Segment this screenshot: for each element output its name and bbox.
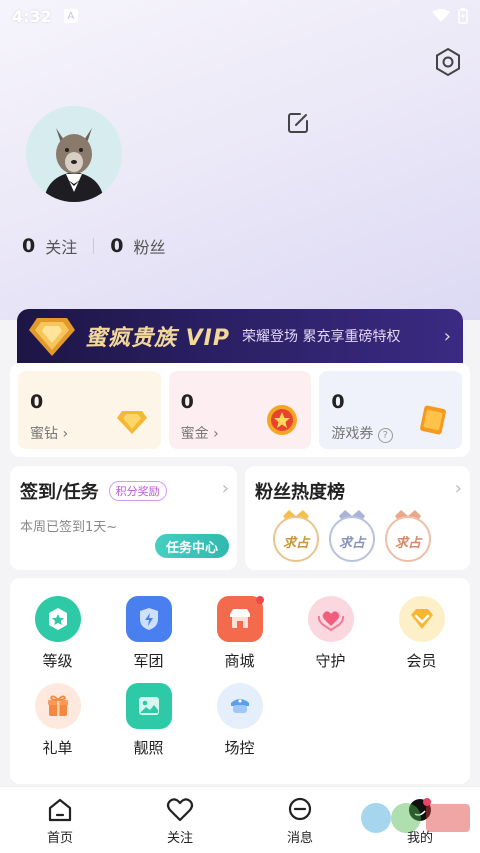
fans-count[interactable]: 0: [110, 235, 123, 257]
chevron-right-icon: ›: [443, 325, 451, 347]
grid-label: 军团: [133, 652, 164, 670]
tab-label: 首页: [46, 831, 73, 846]
wifi-icon: [432, 9, 450, 22]
status-bar: 4:32 A: [0, 0, 480, 32]
game-voucher-card[interactable]: 0 游戏券 ?: [319, 371, 463, 449]
feature-grid: 等级 军团 商城 守护 会员 礼单 靓照 场控: [10, 578, 470, 784]
gift-icon: [34, 683, 81, 729]
voucher-ticket-icon: [420, 405, 446, 435]
status-time: 4:32: [12, 6, 52, 26]
following-count[interactable]: 0: [22, 235, 35, 257]
vip-title: 蜜疯贵族 VIP: [85, 326, 230, 351]
tab-label: 关注: [166, 831, 193, 846]
diamond-crown-icon: [29, 318, 75, 356]
grid-item-guard[interactable]: 守护: [285, 596, 376, 671]
battery-icon: [458, 8, 468, 24]
grid-label: 守护: [315, 652, 346, 670]
mall-store-icon: [216, 596, 263, 642]
grid-label: 商城: [224, 652, 255, 670]
chevron-right-icon: ›: [454, 478, 462, 499]
rank-badge-bronze: 求占: [383, 508, 433, 564]
notification-dot: [256, 596, 264, 604]
grid-item-gift-list[interactable]: 礼单: [12, 683, 103, 758]
stats-divider: [93, 238, 95, 254]
grid-item-legion[interactable]: 军团: [103, 596, 194, 671]
points-reward-tag: 积分奖励: [108, 481, 167, 501]
grid-label: 礼单: [42, 739, 73, 757]
grid-item-mall[interactable]: 商城: [194, 596, 285, 671]
rank-badge-text: 求占: [394, 536, 421, 551]
avatar[interactable]: [26, 106, 122, 202]
checkin-status: 本周已签到1天~: [20, 520, 118, 535]
grid-label: 靓照: [133, 739, 164, 757]
tab-follow[interactable]: 关注: [120, 787, 240, 853]
gold-coin-icon: [267, 405, 298, 435]
home-icon: [48, 798, 72, 822]
grid-item-member[interactable]: 会员: [376, 596, 467, 671]
message-icon: [288, 797, 312, 821]
vip-subtitle: 荣耀登场 累充享重磅特权: [242, 329, 401, 345]
edit-icon[interactable]: [286, 111, 310, 135]
guard-heart-icon: [307, 596, 354, 642]
tab-messages[interactable]: 消息: [240, 787, 360, 853]
rank-badge-text: 求占: [338, 536, 365, 551]
grid-label: 等级: [42, 652, 73, 670]
grid-item-level[interactable]: 等级: [12, 596, 103, 671]
room-control-icon: [216, 683, 263, 729]
task-center-button[interactable]: 任务中心: [155, 534, 229, 558]
wolf-avatar-icon: [26, 106, 122, 202]
help-icon[interactable]: ?: [377, 428, 393, 443]
checkin-title: 签到/任务: [20, 482, 99, 503]
grid-label: 场控: [224, 739, 255, 757]
follow-stats: 0 关注 0 粉丝: [22, 234, 166, 258]
level-icon: [34, 596, 81, 642]
legion-shield-icon: [125, 596, 172, 642]
watermark-logo: [361, 803, 470, 833]
rank-badges: 求占 求占 求占: [271, 508, 433, 564]
member-crown-icon: [398, 596, 445, 642]
photo-icon: [125, 683, 172, 729]
grid-item-room-control[interactable]: 场控: [194, 683, 285, 758]
rank-badge-silver: 求占: [327, 508, 377, 564]
wallet-panel: 0 蜜钻 › 0 蜜金 › 0 游戏券 ?: [10, 363, 470, 457]
notification-a-icon: A: [63, 9, 78, 23]
diamond-icon: [116, 411, 147, 434]
diamond-balance-card[interactable]: 0 蜜钻 ›: [18, 371, 161, 449]
fans-rank-title: 粉丝热度榜: [255, 482, 345, 503]
fans-label[interactable]: 粉丝: [133, 234, 165, 258]
vip-banner[interactable]: 蜜疯贵族 VIP 荣耀登场 累充享重磅特权 ›: [17, 309, 463, 363]
chevron-right-icon: ›: [221, 478, 229, 499]
rank-badge-gold: 求占: [271, 508, 321, 564]
heart-icon: [166, 798, 194, 822]
voucher-label-text: 游戏券: [331, 426, 374, 442]
tab-label: 消息: [286, 831, 313, 846]
gold-balance-card[interactable]: 0 蜜金 ›: [168, 371, 312, 449]
settings-icon[interactable]: [432, 46, 464, 78]
grid-label: 会员: [406, 652, 437, 670]
tab-home[interactable]: 首页: [0, 787, 120, 853]
following-label[interactable]: 关注: [45, 234, 77, 258]
fans-rank-card[interactable]: 粉丝热度榜 › 求占 求占 求占: [245, 466, 470, 570]
grid-item-photos[interactable]: 靓照: [103, 683, 194, 758]
rank-badge-text: 求占: [282, 536, 309, 551]
checkin-task-card[interactable]: 签到/任务 积分奖励 本周已签到1天~ › 任务中心: [10, 466, 237, 570]
